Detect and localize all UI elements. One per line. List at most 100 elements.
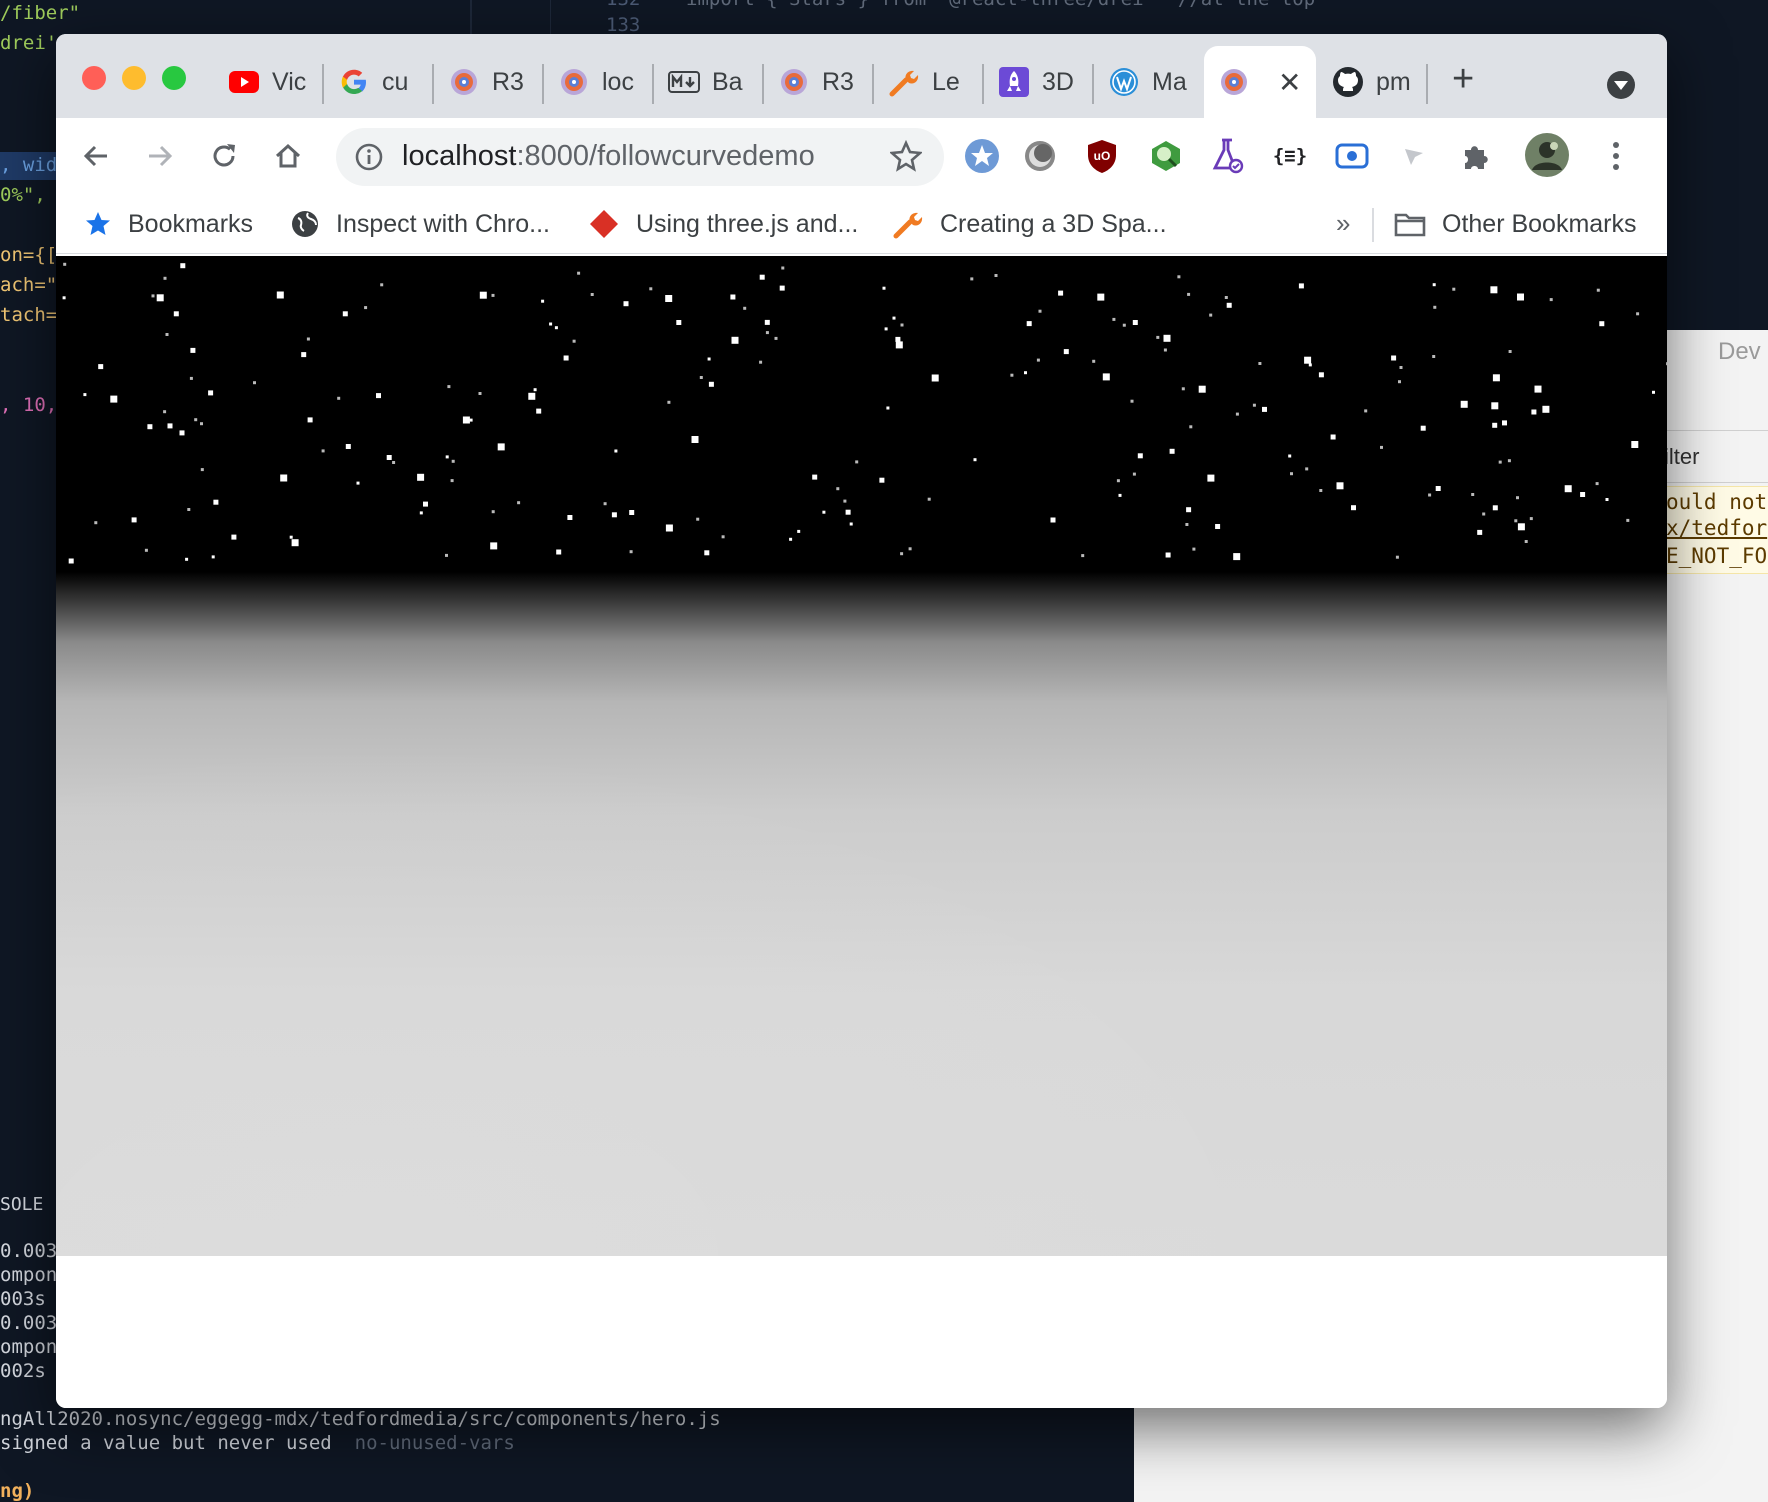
tab-3d[interactable]: 3D bbox=[984, 46, 1090, 118]
star bbox=[1318, 372, 1324, 378]
star bbox=[900, 323, 904, 327]
star bbox=[1564, 485, 1572, 493]
tab-wordpress[interactable]: Ma bbox=[1094, 46, 1200, 118]
error-link[interactable]: x/tedfor bbox=[1666, 516, 1767, 540]
star bbox=[1364, 409, 1368, 413]
bookmark-bookmarks[interactable]: Bookmarks bbox=[84, 204, 253, 244]
r3f-icon bbox=[1218, 66, 1250, 98]
star bbox=[491, 293, 495, 297]
tab-search-button[interactable] bbox=[1606, 70, 1636, 105]
star bbox=[1516, 496, 1519, 500]
threejs-canvas[interactable] bbox=[56, 256, 1667, 1256]
tab-markdown[interactable]: Ba bbox=[654, 46, 760, 118]
bookmark-inspect[interactable]: Inspect with Chro... bbox=[290, 204, 550, 244]
bookmarks-overflow-button[interactable]: » bbox=[1336, 208, 1350, 239]
reload-button[interactable] bbox=[202, 134, 246, 178]
star bbox=[447, 385, 451, 389]
tab-github[interactable]: pm bbox=[1318, 46, 1424, 118]
console-tab-label[interactable]: SOLE bbox=[0, 1194, 43, 1215]
new-tab-button[interactable]: + bbox=[1452, 58, 1474, 101]
star bbox=[491, 510, 495, 514]
stars-layer bbox=[62, 262, 1667, 564]
star bbox=[1097, 293, 1105, 301]
star bbox=[1215, 524, 1221, 529]
star bbox=[1132, 320, 1138, 325]
r3f-icon bbox=[448, 66, 480, 98]
star bbox=[450, 479, 454, 483]
star bbox=[1491, 402, 1499, 410]
tab-r3[interactable]: R3 bbox=[764, 46, 870, 118]
google-icon bbox=[338, 66, 370, 98]
address-bar[interactable]: localhost:8000/followcurvedemo bbox=[336, 128, 944, 186]
star bbox=[98, 364, 104, 370]
json-formatter-icon[interactable]: {≡} bbox=[1270, 136, 1310, 176]
star bbox=[1132, 472, 1136, 476]
star bbox=[1534, 385, 1542, 393]
cursor-extension-icon[interactable] bbox=[1394, 136, 1434, 176]
extension-star-icon[interactable] bbox=[962, 136, 1002, 176]
window-maximize-button[interactable] bbox=[162, 66, 186, 90]
tab-label: Le bbox=[932, 67, 960, 96]
star bbox=[469, 418, 473, 422]
extension-circle-icon[interactable] bbox=[1020, 136, 1060, 176]
star bbox=[1452, 287, 1456, 291]
star bbox=[1605, 498, 1609, 501]
extension-search-icon[interactable] bbox=[1146, 136, 1186, 176]
star bbox=[649, 287, 653, 291]
back-button[interactable] bbox=[74, 134, 118, 178]
star bbox=[462, 416, 470, 424]
address-text[interactable]: localhost:8000/followcurvedemo bbox=[402, 140, 815, 173]
star bbox=[1290, 472, 1293, 476]
star bbox=[1050, 517, 1056, 523]
star bbox=[386, 455, 392, 460]
line-number: 133 bbox=[606, 14, 641, 36]
star bbox=[1492, 374, 1500, 382]
star bbox=[1529, 517, 1533, 521]
tab-google[interactable]: cu bbox=[324, 46, 430, 118]
info-icon[interactable] bbox=[354, 142, 384, 177]
tab-localhost[interactable]: loc bbox=[544, 46, 650, 118]
tab-youtube[interactable]: Vic bbox=[214, 46, 320, 118]
star bbox=[1514, 519, 1518, 523]
window-close-button[interactable] bbox=[82, 66, 106, 90]
menu-kebab-icon[interactable] bbox=[1596, 136, 1636, 176]
star bbox=[676, 320, 682, 325]
star bbox=[1186, 507, 1192, 513]
ublock-icon[interactable]: uO bbox=[1082, 136, 1122, 176]
bookmark-star-icon[interactable] bbox=[888, 139, 924, 177]
profile-avatar[interactable] bbox=[1524, 132, 1570, 178]
star bbox=[931, 374, 939, 382]
chevron-down-icon bbox=[1607, 71, 1635, 99]
star-icon bbox=[86, 212, 110, 235]
star bbox=[1395, 555, 1399, 559]
star bbox=[211, 555, 215, 559]
screen-record-icon[interactable] bbox=[1332, 136, 1372, 176]
tab-close-icon[interactable]: ✕ bbox=[1278, 66, 1301, 99]
window-minimize-button[interactable] bbox=[122, 66, 146, 90]
browser-window: Vic cu R3 loc Ba R3 Le 3D Ma ✕ pm + loca… bbox=[56, 34, 1667, 1408]
forward-button[interactable] bbox=[138, 134, 182, 178]
star bbox=[590, 293, 594, 296]
code-fragment: , wid bbox=[0, 154, 58, 176]
star bbox=[1187, 292, 1191, 296]
tab-r3[interactable]: R3 bbox=[434, 46, 540, 118]
star bbox=[759, 274, 765, 280]
home-icon bbox=[275, 143, 301, 168]
star bbox=[1517, 523, 1525, 531]
puzzle-extensions-icon[interactable] bbox=[1456, 136, 1496, 176]
star bbox=[699, 376, 703, 379]
devtools-filter-input[interactable]: ilter bbox=[1664, 444, 1699, 470]
tab-learn[interactable]: Le bbox=[874, 46, 980, 118]
bookmark-3d-space[interactable]: Creating a 3D Spa... bbox=[892, 204, 1167, 244]
star bbox=[973, 458, 977, 462]
star bbox=[1137, 453, 1143, 459]
tab-active[interactable]: ✕ bbox=[1204, 46, 1316, 118]
star bbox=[131, 517, 137, 523]
star bbox=[1432, 283, 1436, 287]
star bbox=[1498, 460, 1502, 464]
flask-icon[interactable] bbox=[1208, 136, 1248, 176]
home-button[interactable] bbox=[266, 134, 310, 178]
divider bbox=[1372, 208, 1374, 242]
bookmark-threejs[interactable]: Using three.js and... bbox=[588, 204, 858, 244]
other-bookmarks-folder[interactable]: Other Bookmarks bbox=[1394, 204, 1637, 244]
